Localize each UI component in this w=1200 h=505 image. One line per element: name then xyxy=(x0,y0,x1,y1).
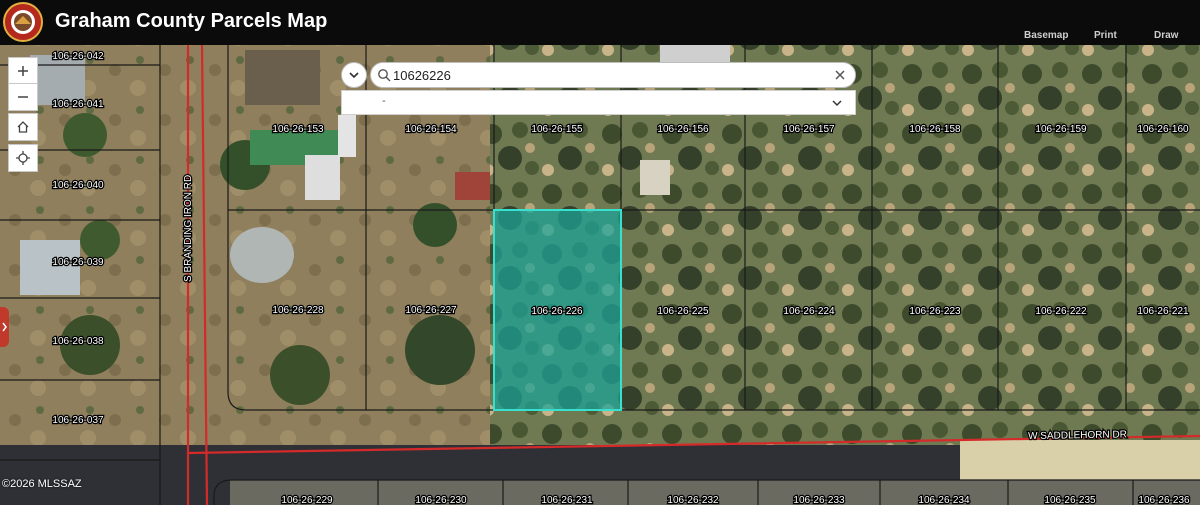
parcel-label: 106-26-158 xyxy=(909,124,961,135)
chevron-down-icon xyxy=(832,100,842,107)
layer-select-value: - xyxy=(382,95,386,107)
parcel-label: 106-26-041 xyxy=(52,99,104,110)
parcel-label: 106-26-154 xyxy=(405,124,457,135)
layer-select-dropdown[interactable]: - xyxy=(341,90,856,115)
header-links: Basemap Print Draw xyxy=(1024,0,1194,45)
tree-cluster xyxy=(80,220,120,260)
street-label-branding-iron: S BRANDING IRON RD xyxy=(183,175,194,282)
trailer-roof xyxy=(305,155,340,200)
parcel-label: 106-26-234 xyxy=(918,495,970,505)
app-header: Graham County Parcels Map Basemap Print … xyxy=(0,0,1200,45)
parcel-label: 106-26-042 xyxy=(52,51,104,62)
parcel-label: 106-26-223 xyxy=(909,306,961,317)
parcel-label: 106-26-038 xyxy=(52,336,104,347)
app-title: Graham County Parcels Map xyxy=(55,10,328,32)
home-icon xyxy=(17,121,29,133)
side-panel-toggle[interactable] xyxy=(0,307,9,347)
parcel-label: 106-26-233 xyxy=(793,495,845,505)
draw-link[interactable]: Draw xyxy=(1154,30,1178,41)
parcel-label: 106-26-229 xyxy=(281,495,333,505)
plus-icon xyxy=(18,66,28,76)
sandy-area-east xyxy=(960,440,1200,480)
parcel-label: 106-26-157 xyxy=(783,124,835,135)
parcel-label: 106-26-037 xyxy=(52,415,104,426)
parcel-label: 106-26-226 xyxy=(531,306,583,317)
parcel-label: 106-26-222 xyxy=(1035,306,1087,317)
search-bar[interactable] xyxy=(370,62,856,88)
house-roof xyxy=(30,55,85,105)
chevron-down-icon xyxy=(349,72,359,79)
tree-cluster xyxy=(405,315,475,385)
parcel-label: 106-26-159 xyxy=(1035,124,1087,135)
parcel-label: 106-26-160 xyxy=(1137,124,1189,135)
county-seal-logo xyxy=(3,2,43,42)
tree-cluster xyxy=(270,345,330,405)
parcel-label: 106-26-231 xyxy=(541,495,593,505)
home-button[interactable] xyxy=(8,113,38,141)
basemap-link[interactable]: Basemap xyxy=(1024,30,1068,41)
house-roof xyxy=(245,50,320,105)
chevron-right-icon xyxy=(2,322,7,332)
parcel-label: 106-26-236 xyxy=(1138,495,1190,505)
print-link[interactable]: Print xyxy=(1094,30,1117,41)
copyright-watermark: ©2026 MLSSAZ xyxy=(2,478,82,490)
building-roof xyxy=(660,45,730,63)
parcel-label: 106-26-230 xyxy=(415,495,467,505)
close-icon[interactable] xyxy=(833,68,847,82)
parcel-label: 106-26-224 xyxy=(783,306,835,317)
expand-search-button[interactable] xyxy=(341,62,367,88)
trailer-roof xyxy=(338,115,356,157)
locate-button[interactable] xyxy=(8,144,38,172)
parcel-label: 106-26-235 xyxy=(1044,495,1096,505)
shed-roof xyxy=(640,160,670,195)
parcel-label: 106-26-040 xyxy=(52,180,104,191)
round-structure xyxy=(230,227,294,283)
parcel-label: 106-26-156 xyxy=(657,124,709,135)
parcel-label: 106-26-227 xyxy=(405,305,457,316)
search-icon xyxy=(378,69,391,82)
parcel-label: 106-26-153 xyxy=(272,124,324,135)
zoom-out-button[interactable] xyxy=(8,83,38,111)
zoom-in-button[interactable] xyxy=(8,57,38,85)
search-input[interactable] xyxy=(393,63,823,87)
parcel-label: 106-26-039 xyxy=(52,257,104,268)
parcel-label: 106-26-225 xyxy=(657,306,709,317)
parcel-label: 106-26-155 xyxy=(531,124,583,135)
parcel-label: 106-26-232 xyxy=(667,495,719,505)
street-label-saddlehorn: W SADDLEHORN DR xyxy=(1028,429,1127,442)
minus-icon xyxy=(18,96,28,98)
parcel-label: 106-26-221 xyxy=(1137,306,1189,317)
shed-roof xyxy=(455,172,490,200)
parcel-label: 106-26-228 xyxy=(272,305,324,316)
crosshair-icon xyxy=(16,151,30,165)
